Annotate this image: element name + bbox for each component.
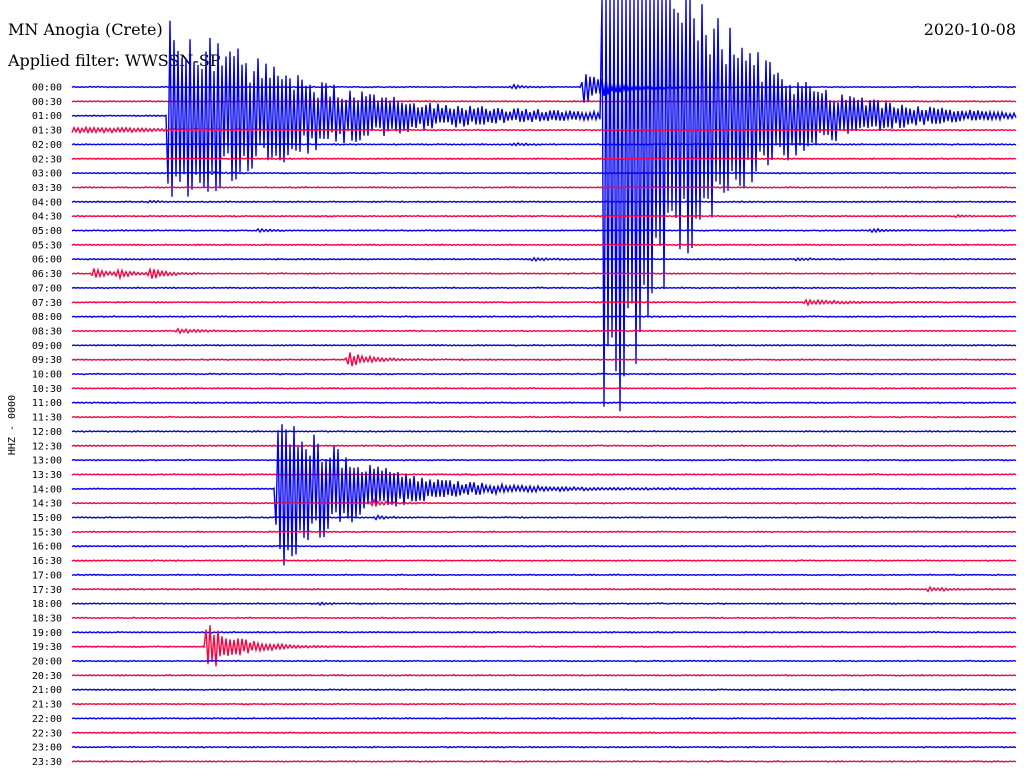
trace-row-0700 xyxy=(71,286,1017,290)
trace-row-2300 xyxy=(71,745,1017,749)
trace-row-1800 xyxy=(71,601,1017,607)
trace-row-1500 xyxy=(71,514,1017,521)
time-tick-label: 15:00 xyxy=(32,513,62,524)
time-tick-label: 13:00 xyxy=(32,456,62,467)
trace-row-1900 xyxy=(71,630,1017,634)
time-tick-label: 22:00 xyxy=(32,714,62,725)
time-tick-label: 03:30 xyxy=(32,183,62,194)
trace-row-0400 xyxy=(71,199,1017,204)
time-tick-label: 06:30 xyxy=(32,269,62,280)
time-tick-label: 01:00 xyxy=(32,111,62,122)
time-tick-labels: 00:00 00:30 01:00 01:30 02:00 02:30 03:00 03:30… xyxy=(32,83,62,768)
trace-row-0830 xyxy=(71,327,1017,335)
time-tick-label: 18:30 xyxy=(32,613,62,624)
trace-row-1000 xyxy=(71,372,1017,376)
trace-row-1830 xyxy=(71,616,1017,620)
trace-row-1200 xyxy=(71,429,1017,433)
trace-row-1300 xyxy=(71,458,1017,462)
time-tick-label: 23:00 xyxy=(32,743,62,754)
trace-row-2130 xyxy=(71,702,1017,706)
trace-row-1330 xyxy=(71,473,1017,476)
trace-row-0900 xyxy=(71,343,1017,347)
trace-row-0530 xyxy=(71,243,1017,247)
time-tick-label: 15:30 xyxy=(32,527,62,538)
trace-row-0300 xyxy=(71,170,1017,176)
time-tick-label: 11:30 xyxy=(32,413,62,424)
time-tick-label: 09:30 xyxy=(32,355,62,366)
trace-row-1030 xyxy=(71,386,1017,390)
time-tick-label: 18:00 xyxy=(32,599,62,610)
trace-row-0730 xyxy=(71,298,1017,307)
time-tick-label: 02:30 xyxy=(32,154,62,165)
trace-row-2100 xyxy=(71,688,1017,692)
time-tick-label: 16:30 xyxy=(32,556,62,567)
time-tick-label: 06:00 xyxy=(32,255,62,266)
time-tick-label: 17:00 xyxy=(32,570,62,581)
trace-row-1630 xyxy=(71,559,1017,563)
trace-row-2030 xyxy=(71,673,1017,677)
trace-row-1130 xyxy=(71,415,1017,419)
time-tick-label: 14:00 xyxy=(32,484,62,495)
trace-row-0330 xyxy=(71,185,1017,189)
time-tick-label: 20:30 xyxy=(32,671,62,682)
trace-row-0930 xyxy=(71,352,1017,367)
time-tick-label: 14:30 xyxy=(32,499,62,510)
trace-row-1700 xyxy=(71,573,1017,577)
time-tick-label: 04:30 xyxy=(32,212,62,223)
trace-row-0630 xyxy=(71,266,1017,281)
trace-row-2200 xyxy=(71,716,1017,720)
trace-row-1430 xyxy=(71,497,1017,508)
station-title: MN Anogia (Crete) xyxy=(8,20,163,39)
time-tick-label: 22:30 xyxy=(32,728,62,739)
time-tick-label: 07:00 xyxy=(32,283,62,294)
time-tick-label: 12:00 xyxy=(32,427,62,438)
date-label: 2020-10-08 xyxy=(924,20,1016,39)
filter-label: Applied filter: WWSSN-SP xyxy=(7,51,221,70)
time-tick-label: 17:30 xyxy=(32,585,62,596)
trace-row-0130 xyxy=(71,125,1017,135)
time-tick-label: 02:00 xyxy=(32,140,62,151)
time-tick-label: 03:00 xyxy=(32,169,62,180)
time-tick-label: 12:30 xyxy=(32,441,62,452)
time-tick-label: 21:00 xyxy=(32,685,62,696)
time-tick-label: 10:00 xyxy=(32,370,62,381)
trace-row-2230 xyxy=(71,731,1017,735)
time-tick-label: 08:00 xyxy=(32,312,62,323)
time-tick-label: 20:00 xyxy=(32,657,62,668)
trace-rows xyxy=(71,0,1017,763)
time-tick-label: 05:30 xyxy=(32,240,62,251)
time-tick-label: 10:30 xyxy=(32,384,62,395)
time-tick-label: 23:30 xyxy=(32,757,62,768)
helicorder-chart: MN Anogia (Crete) 2020-10-08 Applied fil… xyxy=(7,0,1017,768)
time-tick-label: 13:30 xyxy=(32,470,62,481)
trace-row-1730 xyxy=(71,585,1017,593)
time-tick-label: 08:30 xyxy=(32,326,62,337)
time-tick-label: 00:00 xyxy=(32,83,62,94)
time-tick-label: 05:00 xyxy=(32,226,62,237)
time-tick-label: 19:00 xyxy=(32,628,62,639)
time-tick-label: 00:30 xyxy=(32,97,62,108)
time-tick-label: 07:30 xyxy=(32,298,62,309)
trace-row-0500 xyxy=(71,227,1017,234)
trace-row-0430 xyxy=(71,213,1017,219)
trace-row-0800 xyxy=(71,315,1017,319)
trace-row-2330 xyxy=(71,760,1017,763)
time-tick-label: 04:00 xyxy=(32,197,62,208)
trace-row-0230 xyxy=(71,157,1017,161)
time-tick-label: 01:30 xyxy=(32,126,62,137)
trace-row-1600 xyxy=(71,544,1017,548)
trace-row-0600 xyxy=(71,256,1017,263)
time-tick-label: 21:30 xyxy=(32,700,62,711)
time-tick-label: 09:00 xyxy=(32,341,62,352)
time-tick-label: 19:30 xyxy=(32,642,62,653)
time-tick-label: 16:00 xyxy=(32,542,62,553)
time-tick-label: 11:00 xyxy=(32,398,62,409)
trace-row-1530 xyxy=(71,530,1017,534)
trace-row-0200 xyxy=(71,141,1017,147)
trace-row-1100 xyxy=(71,401,1017,405)
channel-label: HHZ - 0000 xyxy=(7,395,18,455)
trace-row-2000 xyxy=(71,659,1017,663)
trace-row-1230 xyxy=(71,444,1017,448)
